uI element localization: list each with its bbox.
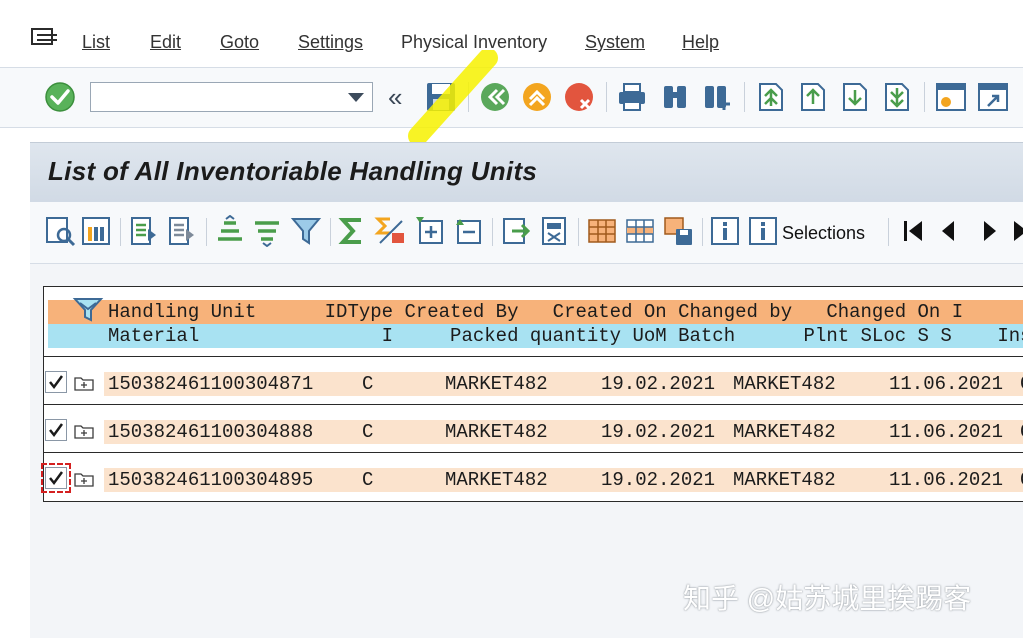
toolbar-separator — [606, 82, 607, 112]
collapse-command-icon[interactable]: « — [388, 82, 402, 113]
command-field[interactable] — [90, 82, 373, 112]
first-page-icon[interactable] — [754, 80, 788, 114]
cancel-icon[interactable] — [562, 80, 596, 114]
collapse-icon[interactable] — [452, 215, 484, 247]
folder-icon[interactable] — [74, 423, 94, 439]
cell-handling-unit: 150382461100304871 — [108, 373, 314, 395]
toolbar-separator — [330, 218, 331, 246]
menu-physical-inventory[interactable]: Physical Inventory — [401, 32, 547, 53]
selections-button-label[interactable]: Selections — [782, 223, 865, 244]
enter-check-icon[interactable] — [43, 80, 77, 114]
toolbar-separator — [702, 218, 703, 246]
row-divider — [43, 356, 1023, 357]
menu-system[interactable]: System — [585, 32, 645, 53]
page-title: List of All Inventoriable Handling Units — [48, 156, 538, 186]
menu-settings[interactable]: Settings — [298, 32, 363, 53]
last-page-icon[interactable] — [880, 80, 914, 114]
subtotals-icon[interactable] — [374, 215, 406, 247]
cell-created-by: MARKET482 — [445, 373, 548, 395]
expand-icon[interactable] — [414, 215, 446, 247]
cell-handling-unit: 150382461100304888 — [108, 421, 314, 443]
first-record-icon[interactable] — [898, 215, 930, 247]
next-page-icon[interactable] — [838, 80, 872, 114]
watermark: 知乎 @姑苏城里挨踢客 — [683, 583, 972, 614]
shortcut-icon[interactable] — [976, 80, 1010, 114]
row-divider — [43, 452, 1023, 453]
folder-icon[interactable] — [74, 471, 94, 487]
column-headers-line-2: Material I Packed quantity UoM Batch Pln… — [108, 325, 1023, 347]
row-checkbox[interactable] — [45, 371, 67, 393]
create-session-icon[interactable] — [934, 80, 968, 114]
checkmark-icon — [49, 423, 64, 438]
toolbar-separator — [744, 82, 745, 112]
back-icon[interactable] — [478, 80, 512, 114]
sort-ascending-icon[interactable] — [214, 215, 246, 247]
select-all-icon[interactable] — [128, 215, 160, 247]
info-icon[interactable] — [709, 215, 741, 247]
export-icon[interactable] — [500, 215, 532, 247]
grid-layout-icon[interactable] — [586, 215, 618, 247]
cell-created-on: 19.02.2021 — [601, 469, 716, 491]
toolbar-separator — [578, 218, 579, 246]
checkmark-icon — [49, 375, 64, 390]
chevron-down-icon[interactable] — [348, 93, 364, 102]
previous-record-icon[interactable] — [934, 215, 966, 247]
previous-page-icon[interactable] — [796, 80, 830, 114]
toolbar-separator — [206, 218, 207, 246]
choose-layout-icon[interactable] — [624, 215, 656, 247]
print-icon[interactable] — [615, 80, 649, 114]
row-divider — [43, 404, 1023, 405]
cell-changed-by: MARKET482 — [733, 469, 836, 491]
cell-idtype: C — [362, 421, 374, 443]
last-record-icon[interactable] — [1008, 215, 1023, 247]
cell-idtype: C — [362, 373, 374, 395]
toolbar-separator — [492, 218, 493, 246]
menu-edit[interactable]: Edit — [150, 32, 181, 53]
filter-icon[interactable] — [72, 297, 104, 323]
toolbar-separator — [888, 218, 889, 246]
filter-icon[interactable] — [290, 215, 322, 247]
print-preview-icon[interactable] — [538, 215, 570, 247]
save-icon[interactable] — [424, 80, 458, 114]
menu-list[interactable]: List — [82, 32, 110, 53]
details-icon[interactable] — [44, 215, 76, 247]
cell-changed-on: 11.06.2021 — [889, 373, 1004, 395]
cell-changed-on: 11.06.2021 — [889, 469, 1004, 491]
next-record-icon[interactable] — [974, 215, 1006, 247]
cell-changed-on: 11.06.2021 — [889, 421, 1004, 443]
cell-created-on: 19.02.2021 — [601, 421, 716, 443]
selections-info-icon[interactable] — [747, 215, 779, 247]
checkmark-icon — [49, 471, 64, 486]
cell-created-by: MARKET482 — [445, 421, 548, 443]
sort-descending-icon[interactable] — [251, 215, 283, 247]
total-sum-icon[interactable] — [336, 215, 368, 247]
folder-icon[interactable] — [74, 375, 94, 391]
exit-icon[interactable] — [520, 80, 554, 114]
cell-changed-by: MARKET482 — [733, 421, 836, 443]
cell-created-by: MARKET482 — [445, 469, 548, 491]
cell-changed-by: MARKET482 — [733, 373, 836, 395]
toolbar-separator — [924, 82, 925, 112]
menu-icon[interactable] — [30, 26, 60, 50]
toolbar-separator — [120, 218, 121, 246]
column-headers-line-1: Handling Unit IDType Created By Created … — [108, 301, 964, 323]
row-checkbox-focused[interactable] — [41, 463, 71, 493]
cell-created-on: 19.02.2021 — [601, 373, 716, 395]
cell-idtype: C — [362, 469, 374, 491]
cell-handling-unit: 150382461100304895 — [108, 469, 314, 491]
row-checkbox[interactable] — [45, 419, 67, 441]
toolbar-separator — [468, 82, 469, 112]
find-icon[interactable] — [658, 80, 692, 114]
menu-goto[interactable]: Goto — [220, 32, 259, 53]
menu-help[interactable]: Help — [682, 32, 719, 53]
layout-chart-icon[interactable] — [80, 215, 112, 247]
save-layout-icon[interactable] — [662, 215, 694, 247]
deselect-all-icon[interactable] — [166, 215, 198, 247]
find-next-icon[interactable] — [700, 80, 734, 114]
